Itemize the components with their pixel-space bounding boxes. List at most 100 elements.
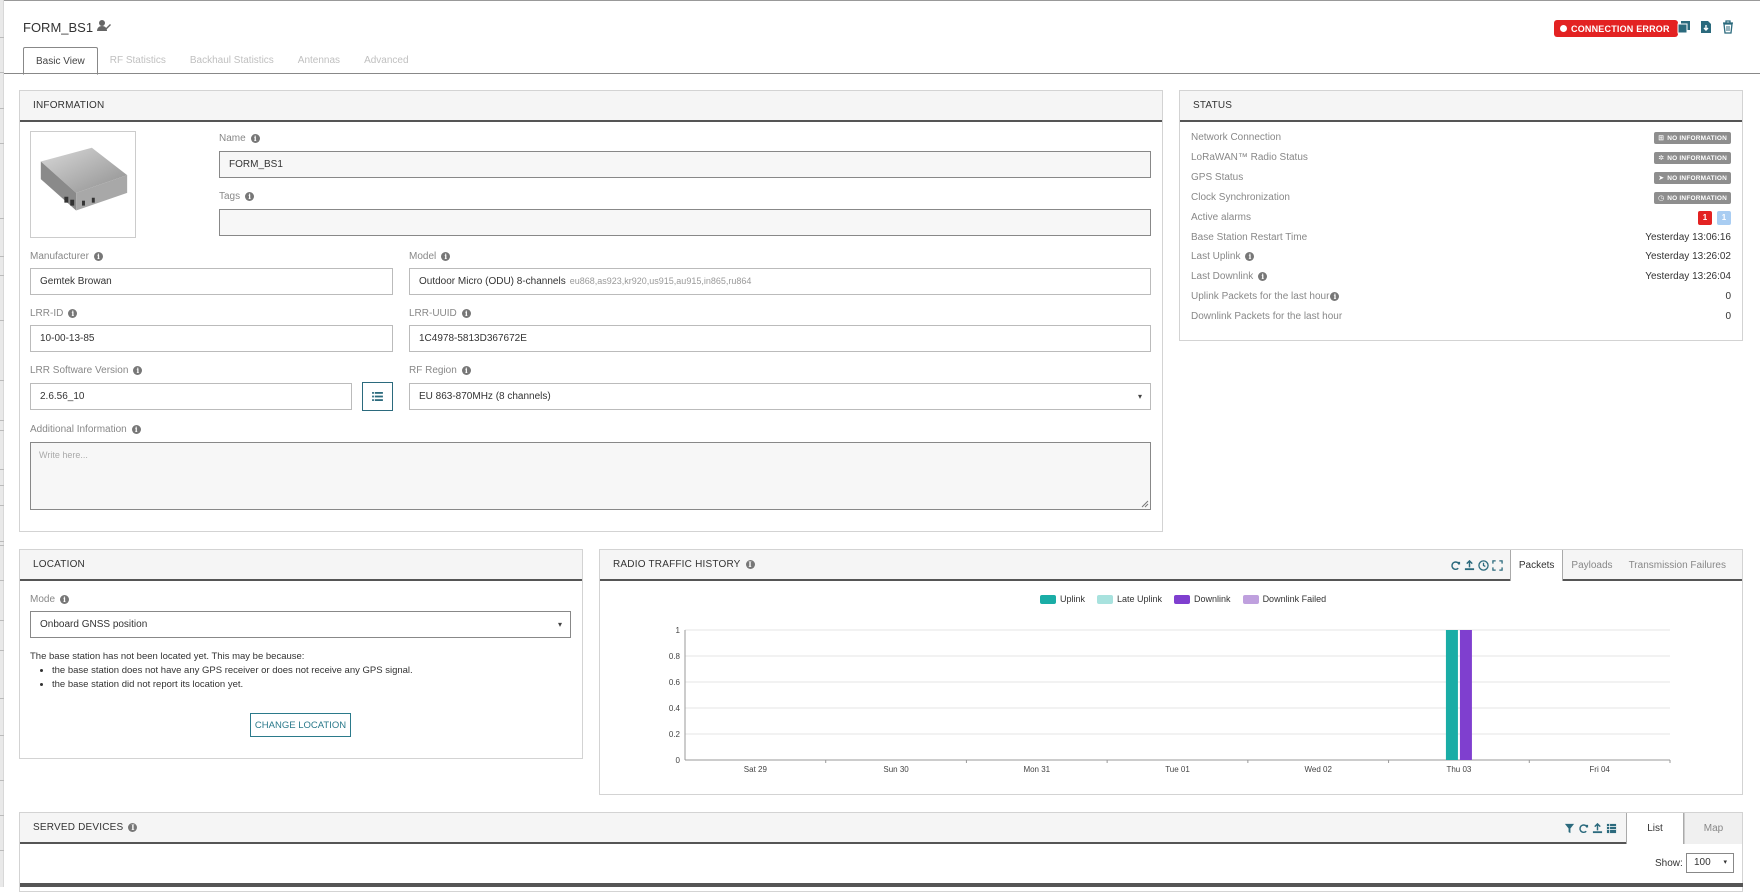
info-icon: i [1330, 291, 1340, 301]
y-tick-label: 0.2 [669, 730, 681, 739]
legend-item-downlink-failed[interactable]: Downlink Failed [1242, 594, 1326, 605]
status-last-downlink: Last Downlink i Yesterday 13:26:04 [1191, 271, 1731, 282]
connection-error-text: CONNECTION ERROR [1571, 23, 1670, 34]
name-input[interactable]: FORM_BS1 [219, 151, 1151, 178]
fullscreen-icon[interactable] [1492, 559, 1504, 572]
list-icon [372, 392, 383, 401]
tab-advanced[interactable]: Advanced [352, 47, 420, 74]
radio-traffic-chart: 0 0.2 0.4 0.6 0.8 1 Sat 29 Sun 30 Mon 31 Tue 01 We… [669, 626, 1671, 774]
clock-icon: ◷ [1657, 195, 1665, 202]
tab-packets[interactable]: Packets [1509, 550, 1564, 581]
x-tick-label: Tue 01 [1165, 765, 1190, 774]
location-reason: the base station did not report its loca… [52, 678, 570, 692]
radio-icon: ✲ [1658, 155, 1665, 162]
columns-icon[interactable] [1606, 823, 1618, 835]
change-location-button[interactable]: CHANGE LOCATION [250, 713, 351, 737]
page-size-select[interactable]: 100 ▾ [1686, 853, 1734, 873]
status-uplink-packets: Uplink Packets for the last hour i 0 [1191, 291, 1731, 302]
gutter-marks [0, 0, 4, 887]
history-clock-icon[interactable] [1478, 559, 1490, 572]
caret-down-icon: ▾ [1723, 859, 1727, 866]
status-network-connection: Network Connection ⊞ NO INFORMATION [1191, 132, 1731, 146]
edit-user-icon[interactable] [97, 19, 112, 35]
location-mode-select[interactable]: Onboard GNSS position ▾ [30, 611, 571, 638]
additional-info-textarea[interactable]: Write here... [30, 442, 1151, 510]
status-gps: GPS Status ➤ NO INFORMATION [1191, 172, 1731, 186]
tags-input[interactable] [219, 209, 1151, 236]
radio-traffic-toolbar: Packets Payloads Transmission Failures [1450, 550, 1734, 581]
info-icon: i [131, 424, 141, 434]
software-list-button[interactable] [362, 382, 393, 411]
x-tick-label: Thu 03 [1446, 765, 1471, 774]
tab-rf-statistics[interactable]: RF Statistics [98, 47, 178, 74]
tab-list[interactable]: List [1626, 813, 1684, 844]
filter-icon[interactable] [1564, 823, 1576, 835]
legend-item-downlink[interactable]: Downlink [1174, 594, 1231, 605]
model-frequencies: eu868,as923,kr920,us915,au915,in865,ru86… [569, 276, 752, 286]
no-information-badge: ✲ NO INFORMATION [1654, 152, 1731, 164]
rf-region-value: EU 863-870MHz (8 channels) [419, 391, 551, 402]
y-tick-label: 0.4 [669, 704, 681, 713]
tab-transmission-failures[interactable]: Transmission Failures [1621, 550, 1734, 581]
info-alarm-count[interactable]: 1 [1717, 211, 1731, 225]
status-downlink-packets: Downlink Packets for the last hour 0 [1191, 311, 1731, 322]
info-icon: i [745, 560, 755, 569]
tab-backhaul-statistics[interactable]: Backhaul Statistics [178, 47, 286, 74]
info-icon: i [461, 308, 471, 318]
no-information-badge: ⊞ NO INFORMATION [1654, 132, 1731, 144]
served-devices-panel: SERVED DEVICES i List Map [19, 812, 1743, 892]
info-icon: i [245, 191, 255, 201]
lrr-uuid-field: 1C4978-5813D367672E [409, 325, 1151, 352]
download-icon[interactable] [1699, 20, 1713, 34]
tab-basic-view[interactable]: Basic View [23, 47, 98, 75]
model-label: Model i [409, 251, 451, 262]
lrr-uuid-label: LRR-UUID i [409, 308, 471, 319]
no-information-badge: ◷ NO INFORMATION [1653, 192, 1731, 204]
lrr-id-label: LRR-ID i [30, 308, 78, 319]
software-version-field: 2.6.56_10 [30, 383, 352, 410]
caret-down-icon: ▾ [1137, 392, 1142, 401]
legend-item-uplink[interactable]: Uplink [1040, 594, 1085, 605]
location-mode-value: Onboard GNSS position [40, 619, 148, 630]
rf-region-select[interactable]: EU 863-870MHz (8 channels) ▾ [409, 383, 1151, 410]
info-icon: i [1245, 251, 1255, 261]
information-panel-title: INFORMATION [20, 91, 1162, 122]
x-tick-label: Sat 29 [744, 765, 768, 774]
info-icon: i [461, 365, 471, 375]
tags-label: Tags i [219, 191, 255, 202]
x-tick-label: Fri 04 [1589, 765, 1610, 774]
status-clock-sync: Clock Synchronization ◷ NO INFORMATION [1191, 192, 1731, 206]
export-icon[interactable] [1592, 822, 1604, 835]
rf-region-label: RF Region i [409, 365, 471, 376]
location-panel-title: LOCATION [20, 550, 582, 581]
table-header-bar [20, 883, 1743, 887]
export-icon[interactable] [1464, 559, 1476, 572]
location-reason: the base station does not have any GPS r… [52, 664, 570, 678]
network-icon: ⊞ [1658, 135, 1665, 142]
delete-icon[interactable] [1721, 20, 1735, 34]
critical-alarm-count[interactable]: 1 [1698, 211, 1712, 225]
legend-item-late-uplink[interactable]: Late Uplink [1097, 594, 1162, 605]
page-title: FORM_BS1 [23, 19, 112, 35]
status-active-alarms: Active alarms 1 1 [1191, 211, 1731, 226]
model-field: Outdoor Micro (ODU) 8-channels eu868,as92… [409, 268, 1151, 295]
location-message-text: The base station has not been located ye… [30, 651, 305, 662]
location-arrow-icon: ➤ [1658, 175, 1665, 182]
chart-legend: Uplink Late Uplink Downlink Downlink Fai… [1040, 594, 1326, 605]
tab-antennas[interactable]: Antennas [286, 47, 352, 74]
status-lorawan-radio: LoRaWAN™ Radio Status ✲ NO INFORMATION [1191, 152, 1731, 166]
connection-error-badge: CONNECTION ERROR [1554, 20, 1678, 37]
tab-map[interactable]: Map [1684, 813, 1742, 844]
additional-info-placeholder: Write here... [39, 450, 88, 460]
duplicate-icon[interactable] [1677, 20, 1691, 34]
resize-handle-icon [1141, 500, 1149, 508]
status-last-uplink: Last Uplink i Yesterday 13:26:02 [1191, 251, 1731, 262]
y-tick-label: 1 [676, 626, 681, 635]
info-icon: i [93, 251, 103, 261]
software-version-label: LRR Software Version i [30, 365, 143, 376]
refresh-icon[interactable] [1450, 560, 1462, 572]
info-icon: i [250, 133, 260, 143]
refresh-icon[interactable] [1578, 823, 1590, 835]
caret-down-icon: ▾ [557, 620, 562, 629]
tab-payloads[interactable]: Payloads [1563, 550, 1620, 581]
